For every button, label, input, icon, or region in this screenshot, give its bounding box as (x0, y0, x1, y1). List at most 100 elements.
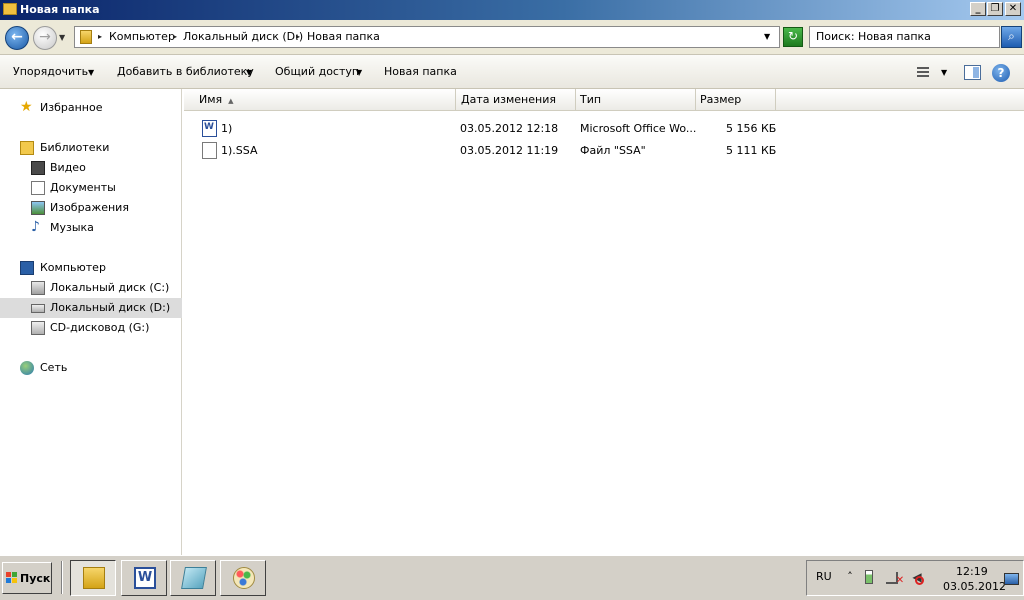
recent-pages-dropdown[interactable]: ▼ (59, 33, 65, 42)
file-date: 03.05.2012 11:19 (460, 144, 559, 157)
view-options-dropdown[interactable]: ▼ (941, 68, 947, 77)
word-document-icon (202, 120, 217, 137)
clock-date[interactable]: 03.05.2012 (943, 580, 1006, 593)
sidebar-item-disk-d[interactable]: Локальный диск (D:) (0, 298, 182, 318)
file-date: 03.05.2012 12:18 (460, 122, 559, 135)
column-header-filler (776, 89, 1024, 111)
folder-icon (80, 30, 92, 44)
column-header-size[interactable]: Размер (696, 89, 776, 111)
file-type: Microsoft Office Wo... (580, 122, 697, 135)
breadcrumb-disk-d[interactable]: Локальный диск (D:) (183, 30, 303, 43)
breadcrumb-computer[interactable]: Компьютер (109, 30, 175, 43)
view-options-icon[interactable] (913, 66, 929, 79)
battery-icon[interactable] (865, 570, 873, 584)
minimize-button[interactable]: _ (970, 2, 986, 16)
chevron-down-icon[interactable]: ▼ (246, 68, 252, 77)
chevron-down-icon[interactable]: ▼ (88, 68, 94, 77)
title-bar[interactable] (0, 0, 1024, 20)
sidebar-item-libraries[interactable]: Библиотеки (0, 138, 182, 158)
explorer-folder-icon (83, 567, 105, 589)
language-indicator[interactable]: RU (816, 570, 832, 583)
paint-palette-icon (233, 567, 255, 589)
file-size: 5 111 КБ (726, 144, 777, 157)
show-hidden-icons-button[interactable]: ˄ (843, 570, 857, 586)
add-to-library-button[interactable]: Добавить в библиотеку (117, 65, 254, 78)
video-icon (31, 161, 45, 175)
sidebar-item-computer[interactable]: Компьютер (0, 258, 182, 278)
close-button[interactable]: ✕ (1005, 2, 1021, 16)
chevron-down-icon[interactable]: ▼ (356, 68, 362, 77)
sidebar-item-favorites[interactable]: ★ Избранное (0, 98, 182, 118)
start-label: Пуск (20, 572, 51, 585)
new-folder-button[interactable]: Новая папка (384, 65, 457, 78)
refresh-button[interactable]: ↻ (783, 27, 803, 47)
file-name: 1) (221, 122, 233, 135)
file-size: 5 156 КБ (726, 122, 777, 135)
breadcrumb-separator[interactable]: ▸ (173, 32, 177, 41)
network-icon (20, 361, 34, 375)
generic-file-icon (202, 142, 217, 159)
taskbar-paint-button[interactable] (220, 560, 266, 596)
sort-ascending-icon: ▲ (228, 97, 234, 105)
forward-button[interactable]: → (33, 26, 57, 50)
sidebar-item-label: Изображения (50, 201, 129, 214)
sidebar-item-video[interactable]: Видео (0, 158, 182, 178)
column-header-date[interactable]: Дата изменения (456, 89, 576, 111)
search-icon[interactable]: ⌕ (1001, 26, 1022, 48)
sidebar-item-label: CD-дисковод (G:) (50, 321, 150, 334)
clock-time[interactable]: 12:19 (956, 565, 988, 578)
star-icon: ★ (20, 99, 33, 115)
column-label: Имя (199, 93, 223, 106)
column-header-type[interactable]: Тип (576, 89, 696, 111)
sidebar-item-disk-c[interactable]: Локальный диск (C:) (0, 278, 182, 298)
breadcrumb-new-folder[interactable]: Новая папка (307, 30, 380, 43)
sidebar-item-label: Локальный диск (D:) (50, 301, 171, 314)
share-button[interactable]: Общий доступ (275, 65, 359, 78)
sidebar-item-label: Локальный диск (C:) (50, 281, 170, 294)
taskbar-explorer-button[interactable] (70, 560, 116, 596)
sidebar-item-label: Музыка (50, 221, 94, 234)
windows-logo-icon (6, 572, 18, 584)
library-icon (20, 141, 34, 155)
sidebar-item-pictures[interactable]: Изображения (0, 198, 182, 218)
music-icon: ♪ (31, 219, 40, 235)
hard-disk-icon (31, 281, 45, 295)
search-input[interactable]: Поиск: Новая папка (809, 26, 1000, 48)
help-icon[interactable]: ? (992, 64, 1010, 82)
show-desktop-button[interactable] (1004, 573, 1019, 585)
cd-drive-icon (31, 321, 45, 335)
sidebar-item-label: Документы (50, 181, 116, 194)
computer-icon (20, 261, 34, 275)
taskbar-separator (61, 561, 63, 594)
preview-pane-icon[interactable] (964, 65, 981, 80)
error-x-icon: ✕ (895, 575, 905, 586)
table-row[interactable]: 1) 03.05.2012 12:18 Microsoft Office Wo.… (184, 118, 1024, 140)
taskbar-notepad-button[interactable] (170, 560, 216, 596)
address-bar[interactable] (74, 26, 780, 48)
sidebar-item-label: Компьютер (40, 261, 106, 274)
maximize-button[interactable]: ❐ (987, 2, 1003, 16)
sidebar-item-music[interactable]: ♪ Музыка (0, 218, 182, 238)
sidebar-item-label: Избранное (40, 101, 103, 114)
sidebar-item-cd-drive[interactable]: CD-дисковод (G:) (0, 318, 182, 338)
address-dropdown[interactable]: ▼ (764, 32, 770, 41)
taskbar-word-button[interactable]: W (121, 560, 167, 596)
muted-icon (915, 576, 924, 585)
table-row[interactable]: 1).SSA 03.05.2012 11:19 Файл "SSA" 5 111… (184, 140, 1024, 162)
start-button[interactable]: Пуск (2, 562, 52, 594)
file-name: 1).SSA (221, 144, 258, 157)
column-header-name[interactable]: Имя ▲ (184, 89, 456, 111)
file-type: Файл "SSA" (580, 144, 646, 157)
organize-button[interactable]: Упорядочить (13, 65, 88, 78)
hard-disk-icon (31, 304, 45, 313)
breadcrumb-separator[interactable]: ▸ (296, 32, 300, 41)
sidebar-item-label: Библиотеки (40, 141, 110, 154)
sidebar-item-network[interactable]: Сеть (0, 358, 182, 378)
back-button[interactable]: ← (5, 26, 29, 50)
window-title: Новая папка (20, 3, 100, 16)
sidebar-item-label: Видео (50, 161, 86, 174)
word-icon: W (134, 567, 156, 589)
breadcrumb-separator[interactable]: ▸ (98, 32, 102, 41)
sidebar-item-label: Сеть (40, 361, 68, 374)
sidebar-item-documents[interactable]: Документы (0, 178, 182, 198)
